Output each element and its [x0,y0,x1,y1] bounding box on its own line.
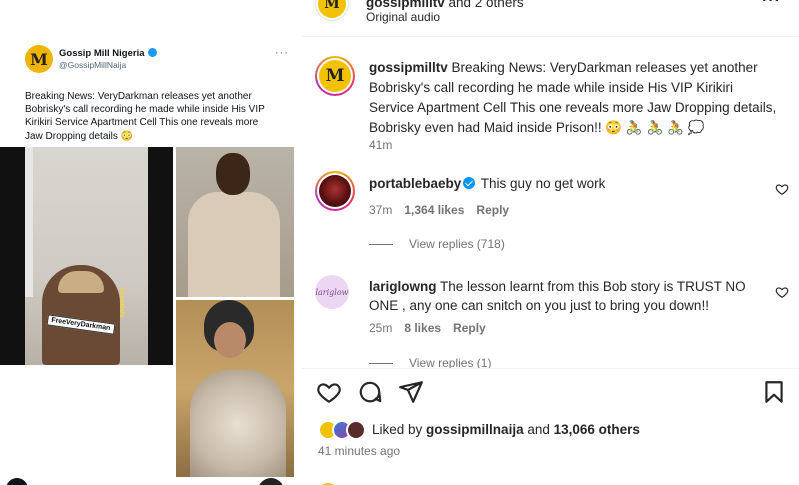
comment-time: 37m [369,203,393,217]
comment-text: lariglowng The lesson learnt from this B… [369,277,764,315]
caption: gossipmilltv Breaking News: VeryDarkman … [369,58,779,138]
tweet-header: M Gossip Mill Nigeria @GossipMillNaija ·… [25,45,295,77]
post-detail-panel: M gossipmilltv and 2 others Original aud… [302,0,799,485]
embedded-post-image: M Gossip Mill Nigeria @GossipMillNaija ·… [0,0,302,485]
video-door [25,147,33,297]
post-collaborators[interactable]: and 2 others [445,0,524,10]
comment-avatar[interactable] [315,171,355,211]
photo-face [214,322,246,358]
avatar-logo-text: lariglow [315,287,349,297]
heart-icon[interactable] [316,379,342,405]
video-cap [58,271,104,293]
tweet-text: Breaking News: VeryDarkman releases yet … [25,91,265,142]
comment-like-icon[interactable] [775,285,789,299]
video-vertical-text: Scandals [118,287,125,318]
comment-avatar[interactable]: lariglow [315,275,349,309]
comment-time: 25m [369,321,393,335]
comment-username[interactable]: lariglowng [369,279,437,294]
liked-by-avatars[interactable] [318,420,368,440]
comment-meta: 25m 8 likes Reply [369,321,498,335]
view-replies-button[interactable]: View replies (1) [369,356,491,368]
logo-letter: M [30,49,48,69]
photo-hoodie [188,192,280,297]
replies-line [369,363,393,364]
more-options-icon[interactable]: ··· [762,0,781,10]
liker-avatar [346,420,366,440]
view-replies-text[interactable]: View replies (718) [409,237,505,251]
comment-username[interactable]: portablebaeby [369,176,461,191]
post-timestamp[interactable]: 41 minutes ago [318,444,400,458]
verified-badge-icon [463,177,476,189]
audio-link[interactable]: Original audio [366,10,440,24]
comment-text: portablebaeby This guy no get work [369,176,749,191]
view-replies-button[interactable]: View replies (718) [369,237,505,251]
liked-by-user[interactable]: gossipmillnaija [426,422,524,437]
tweet-bottom-avatar [6,478,28,485]
comment-likes[interactable]: 8 likes [404,321,441,335]
caption-avatar[interactable]: M [315,56,355,96]
caption-username[interactable]: gossipmilltv [369,60,448,75]
video-thumbnail: FreeVeryDarkman Scandals [0,147,173,365]
photo-dress [190,370,286,477]
reply-button[interactable]: Reply [476,203,509,217]
tweet-handle: @GossipMillNaija [59,60,127,70]
comments-list[interactable]: M gossipmilltv Breaking News: VeryDarkma… [302,38,799,368]
post-header: M gossipmilltv and 2 others Original aud… [302,0,799,37]
comment-like-icon[interactable] [775,182,789,196]
caption-timestamp: 41m [369,138,393,152]
tweet-avatar: M [25,45,53,73]
liked-by-text[interactable]: Liked by gossipmillnaija and 13,066 othe… [372,422,640,437]
verified-badge-icon [147,48,157,57]
comment-icon[interactable] [357,379,383,405]
post-author-line[interactable]: gossipmilltv and 2 others [366,0,524,10]
liked-by-prefix: Liked by [372,422,427,437]
photo-head [216,153,250,195]
post-author-avatar[interactable]: M [316,0,348,20]
avatar-image [319,175,351,207]
tweet-bottom-button [258,478,284,485]
post-actions: Liked by gossipmillnaija and 13,066 othe… [302,368,799,485]
logo-letter: M [319,60,351,92]
view-replies-text[interactable]: View replies (1) [409,356,491,368]
more-options-icon: ··· [275,47,289,59]
photo-man [176,147,294,297]
bookmark-icon[interactable] [761,379,787,405]
comment-body: This guy no get work [480,176,606,191]
replies-line [369,244,393,245]
reply-button[interactable]: Reply [453,321,486,335]
tweet-media: FreeVeryDarkman Scandals [0,147,294,477]
comment-meta: 37m 1,364 likes Reply [369,203,521,217]
post-author-username[interactable]: gossipmilltv [366,0,445,10]
liked-by-suffix: and [523,422,554,437]
tweet-display-name: Gossip Mill Nigeria [59,48,157,59]
photo-woman [176,300,294,477]
logo-letter: M [324,0,340,12]
comment-likes[interactable]: 1,364 likes [404,203,464,217]
share-icon[interactable] [398,379,424,405]
tweet-name-text: Gossip Mill Nigeria [59,48,145,59]
liked-by-others[interactable]: 13,066 others [554,422,640,437]
